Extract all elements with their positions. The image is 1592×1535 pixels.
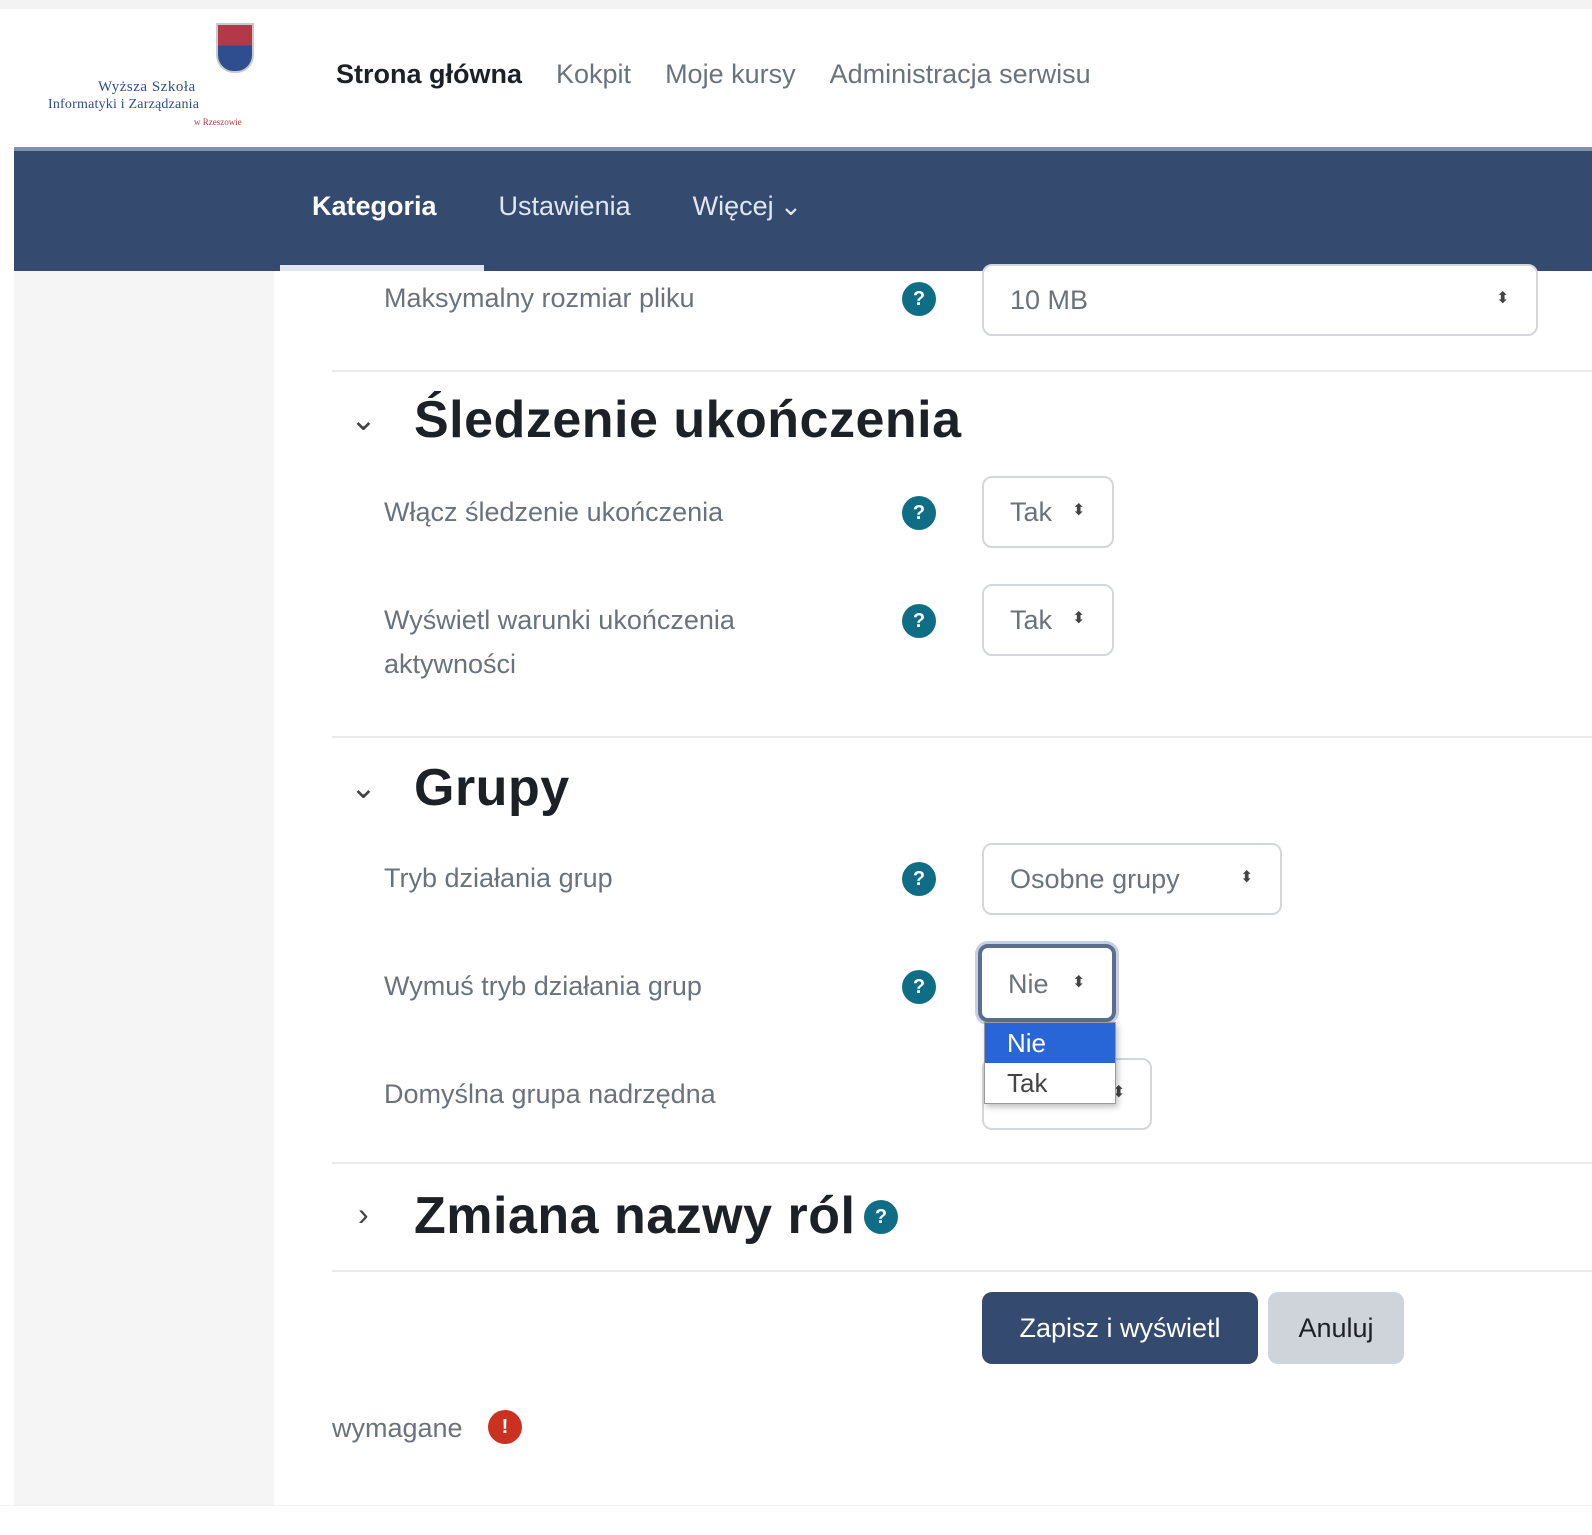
select-arrow-icon: ⬍ xyxy=(1072,610,1086,627)
select-arrow-icon: ⬍ xyxy=(1072,502,1086,519)
divider xyxy=(332,370,1592,372)
active-tab-indicator xyxy=(280,265,484,271)
logo-line-3: w Rzeszowie xyxy=(194,117,242,127)
help-icon[interactable]: ? xyxy=(902,862,936,896)
roles-section-title[interactable]: Zmiana nazwy ról xyxy=(414,1186,855,1246)
nav-site-admin[interactable]: Administracja serwisu xyxy=(830,59,1091,90)
select-arrow-icon: ⬍ xyxy=(1496,290,1510,307)
force-group-mode-select[interactable]: Nie ⬍ xyxy=(978,944,1116,1022)
top-border xyxy=(0,0,1592,9)
required-icon: ! xyxy=(488,1410,522,1444)
help-icon[interactable]: ? xyxy=(902,604,936,638)
site-header: Wyższa Szkoła Informatyki i Zarządzania … xyxy=(14,9,1592,147)
force-group-mode-value: Nie xyxy=(1008,969,1049,999)
show-conditions-label-line2: aktywności xyxy=(384,649,517,679)
show-conditions-select[interactable]: Tak ⬍ xyxy=(982,584,1114,656)
help-icon[interactable]: ? xyxy=(902,496,936,530)
enable-completion-value: Tak xyxy=(1010,497,1053,527)
divider xyxy=(332,1270,1592,1272)
select-arrow-icon: ⬍ xyxy=(1240,869,1254,886)
nav-home[interactable]: Strona główna xyxy=(336,59,522,90)
help-icon[interactable]: ? xyxy=(864,1200,898,1234)
option-tak[interactable]: Tak xyxy=(985,1063,1115,1103)
completion-section-title[interactable]: Śledzenie ukończenia xyxy=(414,390,962,450)
collapse-chevron-icon[interactable]: ⌄ xyxy=(350,768,377,806)
select-arrow-icon: ⬍ xyxy=(1072,974,1086,991)
tab-more-label: Więcej xyxy=(692,191,774,221)
enable-completion-select[interactable]: Tak ⬍ xyxy=(982,476,1114,548)
show-conditions-value: Tak xyxy=(1010,605,1053,635)
secondary-nav: Kategoria Ustawienia Więcej ⌄ xyxy=(14,147,1592,271)
logo-line-2: Informatyki i Zarządzania xyxy=(48,97,200,112)
cancel-button[interactable]: Anuluj xyxy=(1268,1292,1404,1364)
chevron-down-icon: ⌄ xyxy=(779,191,803,221)
enable-completion-label: Włącz śledzenie ukończenia xyxy=(384,497,724,527)
divider xyxy=(332,736,1592,738)
max-file-size-value: 10 MB xyxy=(1010,285,1089,315)
group-mode-value: Osobne grupy xyxy=(1010,864,1180,894)
primary-nav: Strona główna Kokpit Moje kursy Administ… xyxy=(336,59,1091,90)
groups-section-title[interactable]: Grupy xyxy=(414,758,570,818)
force-group-mode-label: Wymuś tryb działania grup xyxy=(384,971,702,1001)
left-drawer xyxy=(14,271,274,1505)
option-nie[interactable]: Nie xyxy=(985,1023,1115,1063)
max-file-size-label: Maksymalny rozmiar pliku xyxy=(384,283,695,313)
required-note: wymagane xyxy=(332,1413,463,1443)
nav-my-courses[interactable]: Moje kursy xyxy=(665,59,796,90)
collapse-chevron-icon[interactable]: ⌄ xyxy=(350,400,377,438)
divider xyxy=(332,1162,1592,1164)
site-logo[interactable]: Wyższa Szkoła Informatyki i Zarządzania … xyxy=(48,23,258,135)
tab-more[interactable]: Więcej ⌄ xyxy=(693,191,803,222)
logo-line-1: Wyższa Szkoła xyxy=(98,79,196,95)
nav-dashboard[interactable]: Kokpit xyxy=(556,59,631,90)
help-icon[interactable]: ? xyxy=(902,970,936,1004)
crest-icon xyxy=(216,23,254,73)
tab-settings[interactable]: Ustawienia xyxy=(499,191,631,222)
max-file-size-select[interactable]: 10 MB ⬍ xyxy=(982,264,1538,336)
group-mode-select[interactable]: Osobne grupy ⬍ xyxy=(982,843,1282,915)
tab-category[interactable]: Kategoria xyxy=(312,191,437,222)
show-conditions-label: Wyświetl warunki ukończenia xyxy=(384,605,735,635)
force-group-mode-options: Nie Tak xyxy=(984,1022,1116,1104)
default-grouping-label: Domyślna grupa nadrzędna xyxy=(384,1079,716,1109)
group-mode-label: Tryb działania grup xyxy=(384,863,613,893)
expand-chevron-icon[interactable]: › xyxy=(358,1196,369,1233)
help-icon[interactable]: ? xyxy=(902,282,936,316)
save-and-display-button[interactable]: Zapisz i wyświetl xyxy=(982,1292,1258,1364)
page-bottom xyxy=(0,1505,1592,1535)
